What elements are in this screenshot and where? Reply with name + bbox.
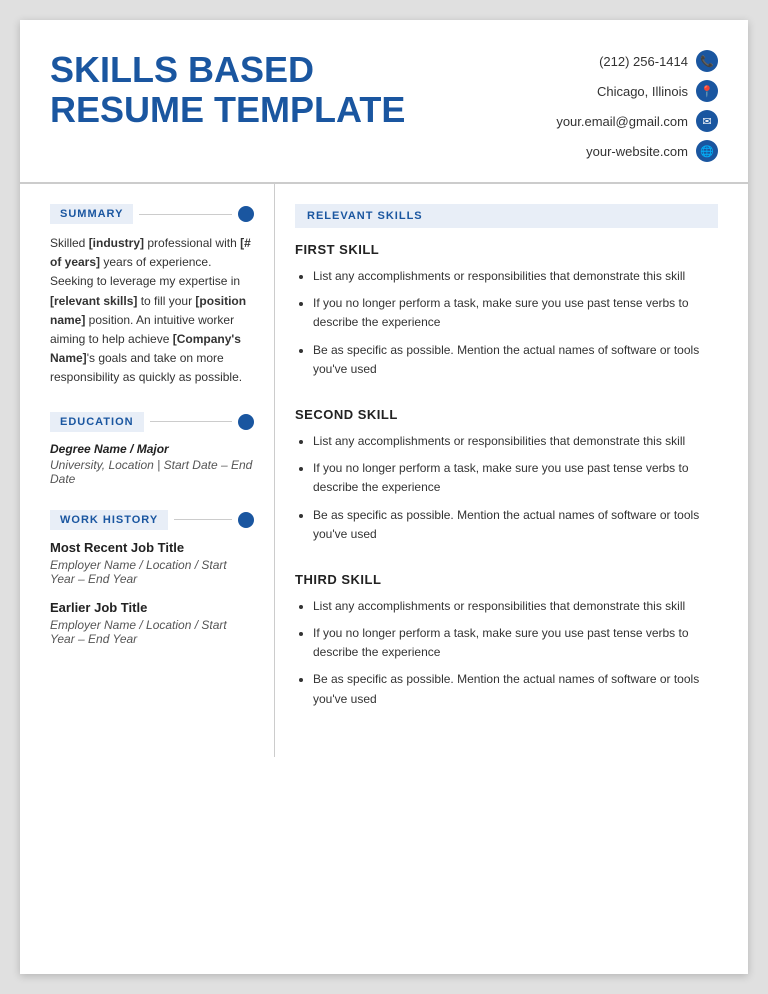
contact-email: your.email@gmail.com ✉ xyxy=(556,110,718,132)
work-history-line xyxy=(174,519,232,520)
header: SKILLS BASED RESUME TEMPLATE (212) 256-1… xyxy=(20,20,748,184)
skill-name-1: SECOND SKILL xyxy=(295,407,718,422)
contact-location: Chicago, Illinois 📍 xyxy=(597,80,718,102)
body: SUMMARY Skilled [industry] professional … xyxy=(20,184,748,757)
email-icon: ✉ xyxy=(696,110,718,132)
job-2-details: Employer Name / Location / Start Year – … xyxy=(50,618,254,646)
skill-group-2: THIRD SKILL List any accomplishments or r… xyxy=(295,572,718,709)
summary-line xyxy=(139,214,232,215)
right-column: RELEVANT SKILLS FIRST SKILL List any acco… xyxy=(275,184,748,757)
skill-group-1: SECOND SKILL List any accomplishments or … xyxy=(295,407,718,544)
education-dot xyxy=(238,414,254,430)
skill-list-0: List any accomplishments or responsibili… xyxy=(295,267,718,379)
skill-0-bullet-2: Be as specific as possible. Mention the … xyxy=(313,341,718,379)
skill-group-0: FIRST SKILL List any accomplishments or r… xyxy=(295,242,718,379)
skill-2-bullet-0: List any accomplishments or responsibili… xyxy=(313,597,718,616)
edu-degree: Degree Name / Major xyxy=(50,442,254,456)
job-1: Most Recent Job Title Employer Name / Lo… xyxy=(50,540,254,586)
summary-header: SUMMARY xyxy=(50,204,254,224)
skill-name-0: FIRST SKILL xyxy=(295,242,718,257)
education-line xyxy=(150,421,232,422)
phone-icon: 📞 xyxy=(696,50,718,72)
skill-list-1: List any accomplishments or responsibili… xyxy=(295,432,718,544)
skill-1-bullet-2: Be as specific as possible. Mention the … xyxy=(313,506,718,544)
work-history-section: WORK HISTORY Most Recent Job Title Emplo… xyxy=(50,510,254,646)
education-section: EDUCATION Degree Name / Major University… xyxy=(50,412,254,486)
contact-phone: (212) 256-1414 📞 xyxy=(599,50,718,72)
summary-section: SUMMARY Skilled [industry] professional … xyxy=(50,204,254,388)
education-header: EDUCATION xyxy=(50,412,254,432)
job-1-title: Most Recent Job Title xyxy=(50,540,254,555)
email-text: your.email@gmail.com xyxy=(556,114,688,129)
relevant-skills-header: RELEVANT SKILLS xyxy=(295,204,718,228)
education-label: EDUCATION xyxy=(50,412,144,432)
header-contact: (212) 256-1414 📞 Chicago, Illinois 📍 you… xyxy=(518,50,718,162)
skill-name-2: THIRD SKILL xyxy=(295,572,718,587)
resume-title: SKILLS BASED RESUME TEMPLATE xyxy=(50,50,405,129)
skills-container: FIRST SKILL List any accomplishments or r… xyxy=(295,242,718,709)
website-icon: 🌐 xyxy=(696,140,718,162)
work-history-dot xyxy=(238,512,254,528)
job-1-details: Employer Name / Location / Start Year – … xyxy=(50,558,254,586)
skill-0-bullet-0: List any accomplishments or responsibili… xyxy=(313,267,718,286)
location-text: Chicago, Illinois xyxy=(597,84,688,99)
resume-page: SKILLS BASED RESUME TEMPLATE (212) 256-1… xyxy=(20,20,748,974)
skill-2-bullet-1: If you no longer perform a task, make su… xyxy=(313,624,718,662)
skill-2-bullet-2: Be as specific as possible. Mention the … xyxy=(313,670,718,708)
summary-label: SUMMARY xyxy=(50,204,133,224)
job-2-title: Earlier Job Title xyxy=(50,600,254,615)
job-2: Earlier Job Title Employer Name / Locati… xyxy=(50,600,254,646)
skill-0-bullet-1: If you no longer perform a task, make su… xyxy=(313,294,718,332)
phone-text: (212) 256-1414 xyxy=(599,54,688,69)
skill-list-2: List any accomplishments or responsibili… xyxy=(295,597,718,709)
left-column: SUMMARY Skilled [industry] professional … xyxy=(20,184,275,757)
header-title: SKILLS BASED RESUME TEMPLATE xyxy=(50,50,405,129)
edu-details: University, Location | Start Date – End … xyxy=(50,458,254,486)
work-history-header: WORK HISTORY xyxy=(50,510,254,530)
skill-1-bullet-1: If you no longer perform a task, make su… xyxy=(313,459,718,497)
skill-1-bullet-0: List any accomplishments or responsibili… xyxy=(313,432,718,451)
contact-website: your-website.com 🌐 xyxy=(586,140,718,162)
location-icon: 📍 xyxy=(696,80,718,102)
website-text: your-website.com xyxy=(586,144,688,159)
work-history-label: WORK HISTORY xyxy=(50,510,168,530)
summary-dot xyxy=(238,206,254,222)
summary-text: Skilled [industry] professional with [# … xyxy=(50,234,254,388)
